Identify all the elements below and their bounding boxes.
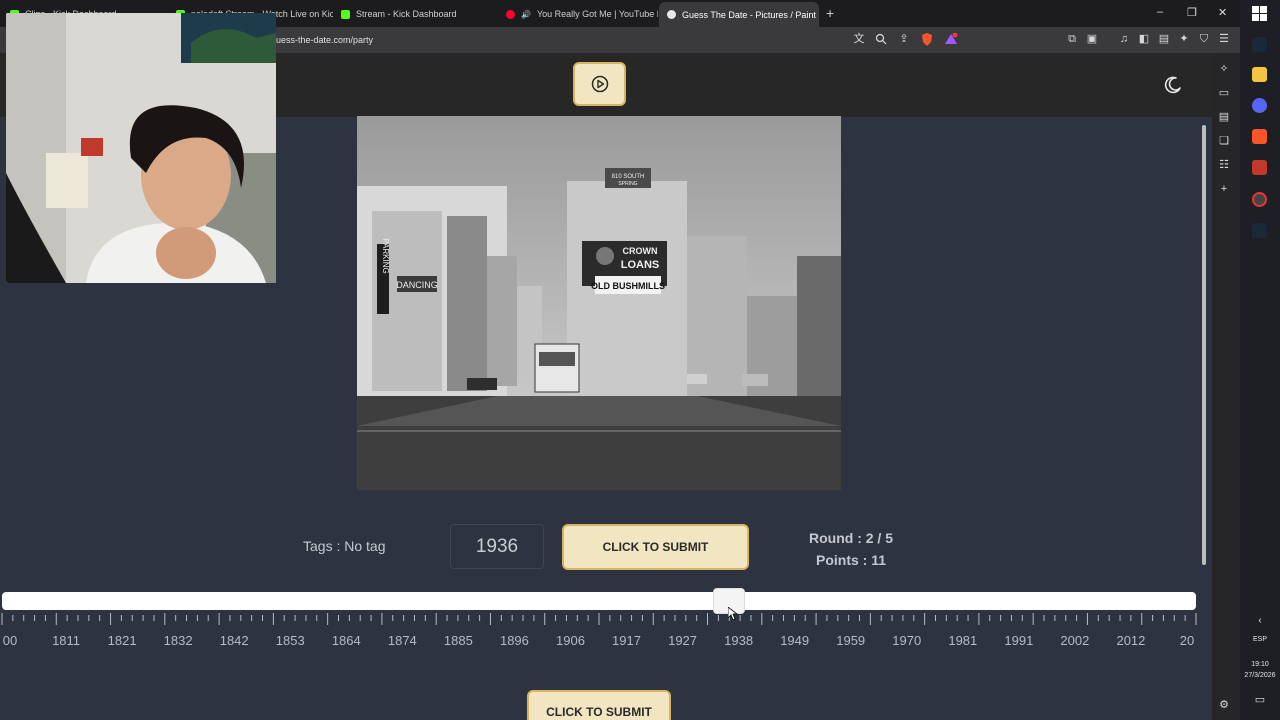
menu-icon[interactable]: ☰ [1218,33,1230,45]
reading-list-icon[interactable]: ☷ [1218,159,1230,171]
webcam-overlay [6,13,276,283]
speaker-icon: 🔊 [521,9,531,19]
close-window-button[interactable]: ✕ [1218,6,1227,19]
vpn-icon[interactable]: ⛉ [1198,33,1210,45]
tab-label: Stream - Kick Dashboard [356,9,457,19]
extensions-icon[interactable]: ⧉ [1066,33,1078,45]
year-tick-label: 1938 [724,633,754,648]
parking-sign: PARKING [381,238,390,273]
year-tick-label: 1811 [52,633,81,648]
play-button[interactable] [573,62,626,106]
year-tick-label: 1949 [780,633,810,648]
brave-shield-icon[interactable] [921,33,933,46]
year-tick-label: 1896 [499,633,529,648]
points-label: Points : 11 [815,552,887,568]
leo-ai-icon[interactable]: ✦ [1178,33,1190,45]
tab-label: Guess The Date - Pictures / Paint [682,9,816,20]
sidebar-toggle-icon[interactable]: ◧ [1138,33,1150,45]
leo-icon[interactable]: ✧ [1218,63,1230,75]
tab-label: You Really Got Me | YouTube Mu [536,9,658,19]
year-tick-label: 2002 [1060,633,1090,648]
restore-button[interactable]: ❐ [1187,6,1197,19]
historical-photo: PARKING DANCING 810 SOUTH SPRING CROWN L… [357,116,841,490]
kick-icon [341,9,350,19]
year-tick-label: 1981 [948,633,978,648]
year-tick-label: 1906 [556,633,585,648]
settings-gear-icon[interactable]: ⚙ [1218,699,1230,711]
file-explorer-icon[interactable] [1252,67,1267,82]
year-tick-label: 1917 [612,633,641,648]
page-scrollbar[interactable] [1200,117,1208,720]
app-icon[interactable] [1252,160,1267,175]
windows-start-icon[interactable] [1252,6,1267,21]
brave-rewards-icon[interactable] [944,32,958,45]
submit-button[interactable]: CLICK TO SUBMIT [562,524,749,570]
tab-youtube-music[interactable]: 🔊 You Really Got Me | YouTube Mu [498,4,658,24]
score-panel: Round : 2 / 5 Points : 11 [760,527,942,571]
steam-icon-2[interactable] [1252,223,1267,238]
steam-icon[interactable] [1252,37,1267,52]
year-tick-label: 1970 [892,633,922,648]
chevron-left-icon[interactable]: ‹ [1240,615,1280,626]
year-slider-ticks [1,613,1197,625]
year-tick-label: 1842 [219,633,249,648]
year-tick-label: 1927 [668,633,698,648]
year-tick-label: 00 [2,633,18,648]
year-slider-track[interactable] [2,592,1196,610]
play-circle-icon [591,75,608,93]
year-tick-label: 1991 [1004,633,1034,648]
clock-date[interactable]: 27/3/2026 [1240,672,1280,679]
year-tick-label: 1853 [275,633,305,648]
video-icon[interactable]: ▭ [1218,87,1230,99]
year-tick-label: 1874 [387,633,417,648]
year-tick-label: 1832 [163,633,193,648]
year-tick-label: 20 [1179,633,1195,648]
media-icon[interactable]: ♫ [1118,33,1130,45]
year-tick-label: 1885 [443,633,473,648]
top-sign-line1: 810 SOUTH [612,174,645,180]
wallet-sidebar-icon[interactable]: ▤ [1218,111,1230,123]
bushmills-sign: OLD BUSHMILLS [591,281,665,291]
notification-icon[interactable]: ▭ [1240,693,1280,706]
year-tick-label: 2012 [1116,633,1146,648]
obs-icon[interactable] [1252,192,1267,207]
zoom-icon[interactable] [875,33,887,45]
new-tab-button[interactable]: + [826,5,834,21]
youtube-music-icon [506,9,515,19]
clock-time[interactable]: 19:10 [1240,661,1280,668]
tab-stream-kick-dashboard[interactable]: Stream - Kick Dashboard [333,4,498,24]
year-tick-label: 1864 [331,633,361,648]
top-sign-line2: SPRING [618,181,637,187]
dancing-sign: DANCING [396,280,438,290]
year-input[interactable] [450,524,544,569]
crown-sign: CROWN [623,246,658,256]
year-tick-label: 1959 [836,633,866,648]
add-sidebar-item-icon[interactable]: + [1218,183,1230,195]
tags-label: Tags : No tag [303,538,386,554]
round-label: Round : 2 / 5 [809,530,893,546]
language-indicator[interactable]: ESP [1240,636,1280,643]
url-field[interactable]: uess-the-date.com/party [276,35,373,45]
dark-mode-toggle[interactable] [1163,75,1183,95]
moon-icon [1164,76,1181,94]
year-tick-label: 1821 [107,633,137,648]
bookmarks-icon[interactable]: ❏ [1218,135,1230,147]
tab-search-icon[interactable]: ▣ [1086,33,1098,45]
loans-sign: LOANS [621,259,660,271]
translate-icon[interactable]: 文 [853,33,865,45]
wallet-icon[interactable]: ▤ [1158,33,1170,45]
share-icon[interactable]: ⇪ [898,33,910,45]
brave-browser-icon[interactable] [1252,129,1267,144]
minimize-button[interactable]: – [1157,6,1163,18]
browser-sidebar [1212,53,1240,720]
tab-guess-the-date[interactable]: Guess The Date - Pictures / Paint ✕ [659,2,819,27]
scrollbar-thumb[interactable] [1202,125,1206,565]
submit-button-bottom[interactable]: CLICK TO SUBMIT [527,690,671,720]
mouse-cursor-icon [728,607,738,621]
discord-icon[interactable] [1252,98,1267,113]
globe-icon [667,10,676,19]
